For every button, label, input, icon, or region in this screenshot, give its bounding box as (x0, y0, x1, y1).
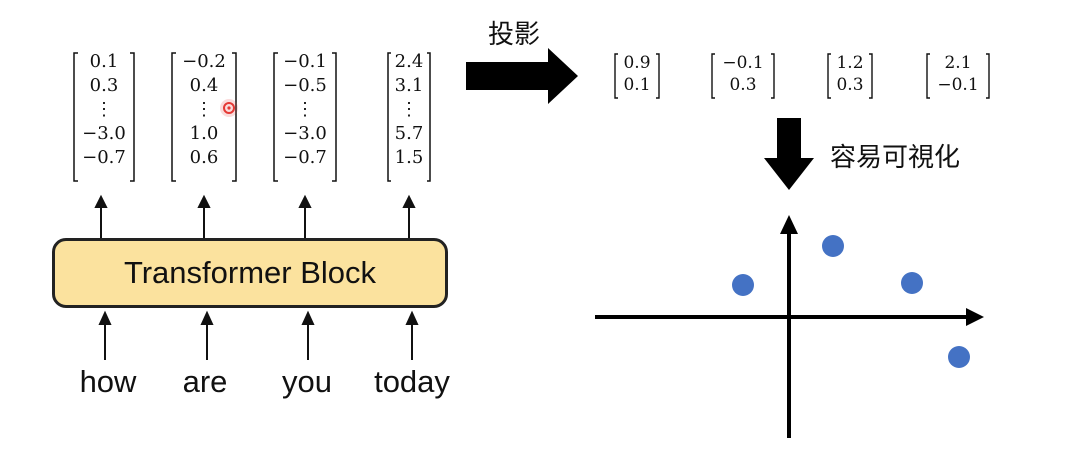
coordinate-axes (595, 215, 984, 438)
scatter-point (948, 346, 970, 368)
output-arrow-how (94, 194, 108, 238)
laser-pointer-cursor (220, 99, 238, 117)
input-arrow-you (301, 310, 315, 360)
scatter-point (901, 272, 923, 294)
output-arrow-today (402, 194, 416, 238)
x-axis-arrowhead (966, 308, 984, 326)
input-arrow-today (405, 310, 419, 360)
diagram-graphics (94, 48, 984, 438)
output-arrow-are (197, 194, 211, 238)
input-arrow-are (200, 310, 214, 360)
output-arrow-you (298, 194, 312, 238)
scatter-point (822, 235, 844, 257)
scatter-point (732, 274, 754, 296)
input-arrow-how (98, 310, 112, 360)
visualize-arrow (764, 118, 814, 190)
y-axis-arrowhead (780, 215, 798, 234)
projection-arrow (466, 48, 578, 104)
